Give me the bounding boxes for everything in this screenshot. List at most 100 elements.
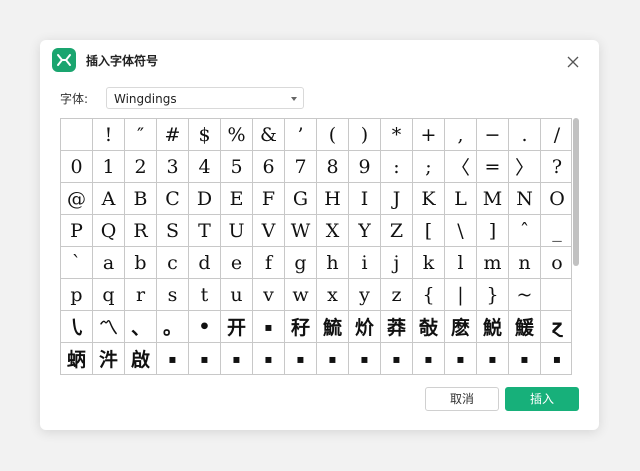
symbol-cell[interactable]: d [189,247,221,279]
symbol-cell[interactable]: ▪ [413,343,445,374]
symbol-cell[interactable]: K [413,183,445,215]
symbol-cell[interactable]: I [349,183,381,215]
symbol-cell[interactable]: F [253,183,285,215]
symbol-cell[interactable]: c [157,247,189,279]
symbol-cell[interactable]: 9 [349,151,381,183]
symbol-cell[interactable]: h [317,247,349,279]
symbol-cell[interactable]: 0 [61,151,93,183]
symbol-cell[interactable]: r [125,279,157,311]
symbol-cell[interactable]: ▪ [541,343,571,374]
symbol-cell[interactable]: v [253,279,285,311]
symbol-cell[interactable] [61,119,93,151]
symbol-cell[interactable]: P [61,215,93,247]
symbol-cell[interactable]: S [157,215,189,247]
symbol-cell[interactable]: V [253,215,285,247]
symbol-cell[interactable]: { [413,279,445,311]
symbol-cell[interactable]: a [93,247,125,279]
symbol-cell[interactable]: : [381,151,413,183]
symbol-cell[interactable]: j [381,247,413,279]
symbol-cell[interactable]: B [125,183,157,215]
symbol-cell[interactable]: @ [61,183,93,215]
symbol-cell[interactable]: ) [349,119,381,151]
symbol-cell[interactable]: A [93,183,125,215]
symbol-cell[interactable]: u [221,279,253,311]
symbol-cell[interactable]: 5 [221,151,253,183]
symbol-cell[interactable]: f [253,247,285,279]
symbol-cell[interactable]: H [317,183,349,215]
symbol-cell[interactable]: n [509,247,541,279]
symbol-cell[interactable]: * [381,119,413,151]
symbol-cell[interactable]: ɀ [541,311,571,343]
symbol-cell[interactable]: D [189,183,221,215]
symbol-cell[interactable]: ▪ [317,343,349,374]
symbol-cell[interactable]: J [381,183,413,215]
symbol-cell[interactable]: ▪ [285,343,317,374]
symbol-cell[interactable]: q [93,279,125,311]
symbol-cell[interactable]: \ [445,215,477,247]
symbol-cell[interactable]: $ [189,119,221,151]
symbol-cell[interactable]: | [445,279,477,311]
symbol-cell[interactable] [541,279,571,311]
symbol-cell[interactable]: 鰀 [509,311,541,343]
symbol-cell[interactable]: 开 [221,311,253,343]
symbol-cell[interactable]: 、 [125,311,157,343]
symbol-cell[interactable]: 炌 [349,311,381,343]
symbol-cell[interactable]: ▪ [221,343,253,374]
symbol-cell[interactable]: m [477,247,509,279]
scrollbar-thumb[interactable] [573,118,579,266]
symbol-cell[interactable]: k [413,247,445,279]
symbol-cell[interactable]: Y [349,215,381,247]
symbol-cell[interactable]: 蛃 [61,343,93,374]
symbol-cell[interactable]: 〽 [93,311,125,343]
symbol-cell[interactable]: ▪ [477,343,509,374]
symbol-cell[interactable]: C [157,183,189,215]
symbol-cell[interactable]: 3 [157,151,189,183]
symbol-cell[interactable]: Q [93,215,125,247]
symbol-cell[interactable]: ~ [509,279,541,311]
symbol-cell[interactable]: ˆ [509,215,541,247]
symbol-cell[interactable]: s [157,279,189,311]
symbol-cell[interactable]: ▪ [349,343,381,374]
symbol-cell[interactable]: ″ [125,119,157,151]
symbol-cell[interactable]: g [285,247,317,279]
close-icon[interactable] [566,54,580,68]
symbol-cell[interactable]: } [477,279,509,311]
symbol-cell[interactable]: % [221,119,253,151]
symbol-cell[interactable]: U [221,215,253,247]
symbol-cell[interactable]: + [413,119,445,151]
symbol-cell[interactable]: 〉 [509,151,541,183]
symbol-cell[interactable]: 鯍 [317,311,349,343]
symbol-cell[interactable]: ▪ [253,343,285,374]
symbol-cell[interactable]: Z [381,215,413,247]
symbol-cell[interactable]: O [541,183,571,215]
symbol-cell[interactable]: G [285,183,317,215]
symbol-cell[interactable]: E [221,183,253,215]
symbol-cell[interactable]: x [317,279,349,311]
symbol-cell[interactable]: o [541,247,571,279]
symbol-cell[interactable]: T [189,215,221,247]
symbol-cell[interactable]: ▪ [509,343,541,374]
symbol-cell[interactable]: 8 [317,151,349,183]
insert-button[interactable]: 插入 [505,387,579,411]
symbol-cell[interactable]: ㇂ [61,311,93,343]
symbol-cell[interactable]: . [509,119,541,151]
symbol-cell[interactable]: M [477,183,509,215]
symbol-cell[interactable]: X [317,215,349,247]
symbol-cell[interactable]: 麽 [445,311,477,343]
symbol-cell[interactable]: = [477,151,509,183]
symbol-cell[interactable]: 7 [285,151,317,183]
symbol-cell[interactable]: # [157,119,189,151]
symbol-cell[interactable]: ; [413,151,445,183]
symbol-cell[interactable]: ! [93,119,125,151]
symbol-cell[interactable]: 〈 [445,151,477,183]
symbol-cell[interactable]: [ [413,215,445,247]
cancel-button[interactable]: 取消 [425,387,499,411]
symbol-cell[interactable]: t [189,279,221,311]
symbol-cell[interactable]: ▪ [157,343,189,374]
symbol-cell[interactable]: / [541,119,571,151]
symbol-cell[interactable]: ] [477,215,509,247]
font-select[interactable]: Wingdings [106,87,304,109]
symbol-cell[interactable]: 6 [253,151,285,183]
symbol-cell[interactable]: L [445,183,477,215]
grid-scrollbar[interactable] [573,118,579,375]
